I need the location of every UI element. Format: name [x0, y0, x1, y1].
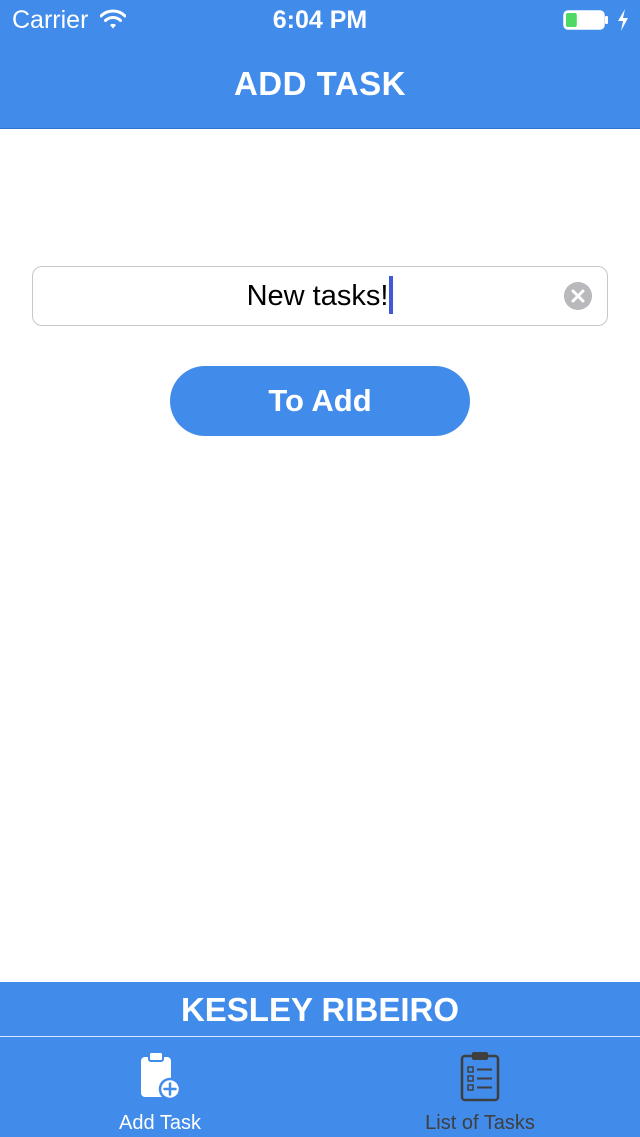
clipboard-list-icon	[460, 1052, 500, 1102]
navigation-bar: ADD TASK	[0, 40, 640, 129]
add-task-button[interactable]: To Add	[170, 366, 470, 436]
battery-level-fill	[566, 13, 577, 27]
text-cursor	[389, 276, 394, 315]
tab-list-of-tasks[interactable]: List of Tasks	[320, 1037, 640, 1137]
clipboard-add-icon	[141, 1051, 182, 1101]
tab-list-of-tasks-label: List of Tasks	[425, 1112, 535, 1134]
task-input-content[interactable]: New tasks!	[33, 267, 607, 325]
charging-bolt-icon	[618, 9, 628, 31]
author-banner: KESLEY RIBEIRO	[0, 982, 640, 1036]
clear-text-icon[interactable]	[564, 282, 592, 310]
tab-bar: Add Task List of Tasks	[0, 1036, 640, 1137]
page-title: ADD TASK	[233, 65, 407, 102]
status-time: 6:04 PM	[272, 6, 368, 34]
battery-icon	[563, 10, 608, 30]
tab-add-task-label: Add Task	[119, 1112, 201, 1134]
tab-add-task[interactable]: Add Task	[0, 1037, 320, 1137]
task-input[interactable]: New tasks!	[32, 266, 608, 326]
status-bar: Carrier 6:04 PM	[0, 0, 640, 40]
task-input-value[interactable]: New tasks!	[247, 267, 389, 325]
author-name: KESLEY RIBEIRO	[180, 991, 460, 1028]
